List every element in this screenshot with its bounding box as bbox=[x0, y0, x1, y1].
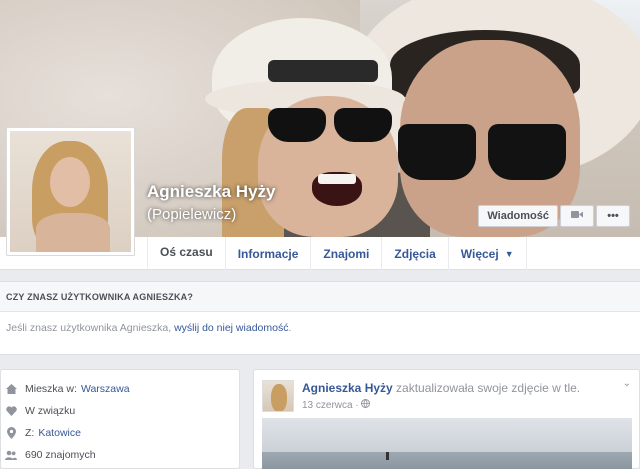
tab-friends-label: Znajomi bbox=[323, 246, 370, 261]
cover-actions: Wiadomość ••• bbox=[478, 205, 630, 227]
post-image[interactable] bbox=[262, 418, 632, 469]
intro-from: Z: Katowice bbox=[1, 422, 239, 444]
message-button[interactable]: Wiadomość bbox=[478, 205, 558, 227]
cover-sunglasses-woman bbox=[268, 108, 398, 144]
profile-name-block: Agnieszka Hyży (Popielewicz) bbox=[147, 182, 276, 223]
do-you-know-box: CZY ZNASZ UŻYTKOWNIKA AGNIESZKA? Jeśli z… bbox=[0, 281, 640, 355]
tab-photos-label: Zdjęcia bbox=[394, 246, 436, 261]
tab-about-label: Informacje bbox=[237, 246, 299, 261]
profile-picture[interactable] bbox=[6, 127, 135, 256]
do-you-know-heading: CZY ZNASZ UŻYTKOWNIKA AGNIESZKA? bbox=[0, 282, 640, 312]
relationship-status: W związku bbox=[25, 405, 76, 417]
cover-teeth bbox=[318, 174, 356, 184]
timeline-post: Agnieszka Hyży zaktualizowała swoje zdję… bbox=[253, 369, 640, 469]
lives-in-link[interactable]: Warszawa bbox=[81, 383, 130, 395]
friends-count[interactable]: 690 znajomych bbox=[25, 449, 96, 461]
post-header: Agnieszka Hyży zaktualizowała swoje zdję… bbox=[262, 380, 580, 412]
profile-tabs: Oś czasu Informacje Znajomi Zdjęcia Więc… bbox=[147, 237, 527, 270]
tab-friends[interactable]: Znajomi bbox=[310, 237, 381, 270]
more-options-button[interactable]: ••• bbox=[596, 205, 630, 227]
post-author-link[interactable]: Agnieszka Hyży bbox=[302, 381, 393, 395]
post-meta: Agnieszka Hyży zaktualizowała swoje zdję… bbox=[302, 381, 580, 412]
video-call-button[interactable] bbox=[560, 205, 594, 227]
from-link[interactable]: Katowice bbox=[38, 427, 81, 439]
intro-relationship: W związku bbox=[1, 400, 239, 422]
tab-about[interactable]: Informacje bbox=[224, 237, 311, 270]
lives-in-label: Mieszka w: bbox=[25, 383, 77, 395]
chevron-down-icon: ▼ bbox=[504, 248, 514, 259]
heart-icon bbox=[5, 405, 17, 417]
video-camera-icon bbox=[571, 210, 583, 222]
tab-more[interactable]: Więcej ▼ bbox=[447, 237, 527, 270]
tab-timeline-label: Oś czasu bbox=[160, 245, 213, 259]
avatar-body bbox=[36, 213, 110, 252]
avatar-face bbox=[50, 157, 90, 207]
post-avatar[interactable] bbox=[262, 380, 294, 412]
post-subline: 13 czerwca · bbox=[302, 399, 580, 411]
know-text-before: Jeśli znasz użytkownika Agnieszka, bbox=[6, 322, 175, 334]
post-avatar-hair bbox=[271, 384, 287, 411]
tab-photos[interactable]: Zdjęcia bbox=[381, 237, 447, 270]
post-action-text: zaktualizowała swoje zdjęcie w tle. bbox=[392, 381, 581, 395]
send-message-link[interactable]: wyślij do niej wiadomość bbox=[174, 322, 288, 334]
know-text-after: . bbox=[288, 322, 292, 334]
intro-lives-in: Mieszka w: Warszawa bbox=[1, 378, 239, 400]
profile-name[interactable]: Agnieszka Hyży bbox=[147, 182, 276, 202]
post-image-figure bbox=[386, 452, 389, 460]
post-date[interactable]: 13 czerwca bbox=[302, 400, 353, 411]
do-you-know-text: Jeśli znasz użytkownika Agnieszka, wyśli… bbox=[0, 312, 640, 344]
home-icon bbox=[5, 383, 17, 395]
friends-icon bbox=[5, 449, 17, 461]
intro-card: Mieszka w: Warszawa W związku Z: Katowic… bbox=[0, 369, 240, 469]
post-headline: Agnieszka Hyży zaktualizowała swoje zdję… bbox=[302, 381, 580, 395]
tab-more-label: Więcej bbox=[460, 246, 499, 261]
tab-timeline[interactable]: Oś czasu bbox=[147, 237, 225, 270]
globe-icon[interactable] bbox=[361, 399, 371, 411]
intro-friends: 690 znajomych bbox=[1, 444, 239, 466]
avatar bbox=[10, 131, 131, 252]
cover-sunglasses-man bbox=[398, 124, 568, 184]
post-options-chevron-icon[interactable]: ⌄ bbox=[623, 378, 631, 389]
from-label: Z: bbox=[25, 427, 35, 439]
cover-hat-band bbox=[268, 60, 378, 82]
profile-alt-name: (Popielewicz) bbox=[147, 206, 237, 223]
post-separator: · bbox=[355, 400, 359, 411]
location-pin-icon bbox=[5, 427, 17, 439]
post-image-sea bbox=[262, 452, 632, 469]
